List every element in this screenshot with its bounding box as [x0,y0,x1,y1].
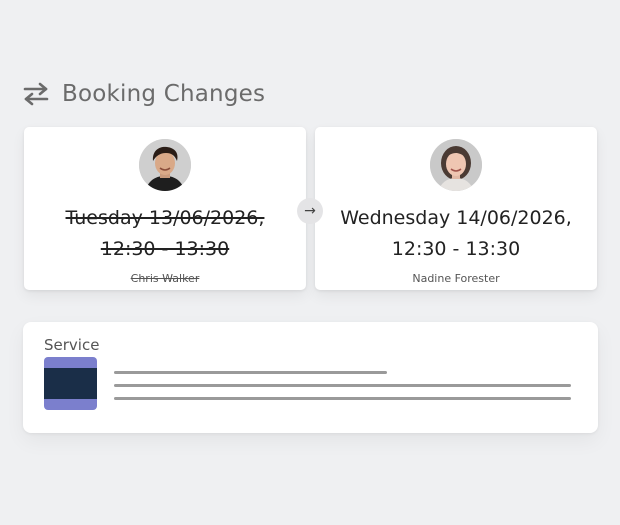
service-card: Service [23,322,598,433]
old-booking-datetime: Tuesday 13/06/2026, 12:30 - 13:30 [24,203,306,265]
new-booking-date: Wednesday 14/06/2026, [340,207,572,229]
service-text-placeholder-line [114,371,387,374]
page-title: Booking Changes [62,81,266,107]
new-staff-name-wrapper: Nadine Forester [315,272,597,285]
old-booking-date: Tuesday 13/06/2026, [65,207,265,229]
service-label: Service [44,336,100,354]
new-booking-datetime: Wednesday 14/06/2026, 12:30 - 13:30 [315,203,597,265]
service-thumbnail [44,357,97,410]
swap-arrows-icon [22,80,50,108]
new-booking-card: Wednesday 14/06/2026, 12:30 - 13:30 Nadi… [315,127,597,290]
service-thumbnail-band [44,368,97,399]
avatar-new-staff [430,139,482,191]
arrow-right-icon: → [297,198,323,224]
new-staff-name: Nadine Forester [412,272,500,285]
old-booking-time: 12:30 - 13:30 [100,238,230,260]
avatar-old-staff [139,139,191,191]
old-staff-name-wrapper: Chris Walker [24,272,306,285]
service-text-placeholder-line [114,397,571,400]
section-header: Booking Changes [22,76,265,112]
old-booking-card: Tuesday 13/06/2026, 12:30 - 13:30 Chris … [24,127,306,290]
service-text-placeholder-line [114,384,571,387]
new-booking-time: 12:30 - 13:30 [391,238,521,260]
old-staff-name: Chris Walker [130,272,200,285]
